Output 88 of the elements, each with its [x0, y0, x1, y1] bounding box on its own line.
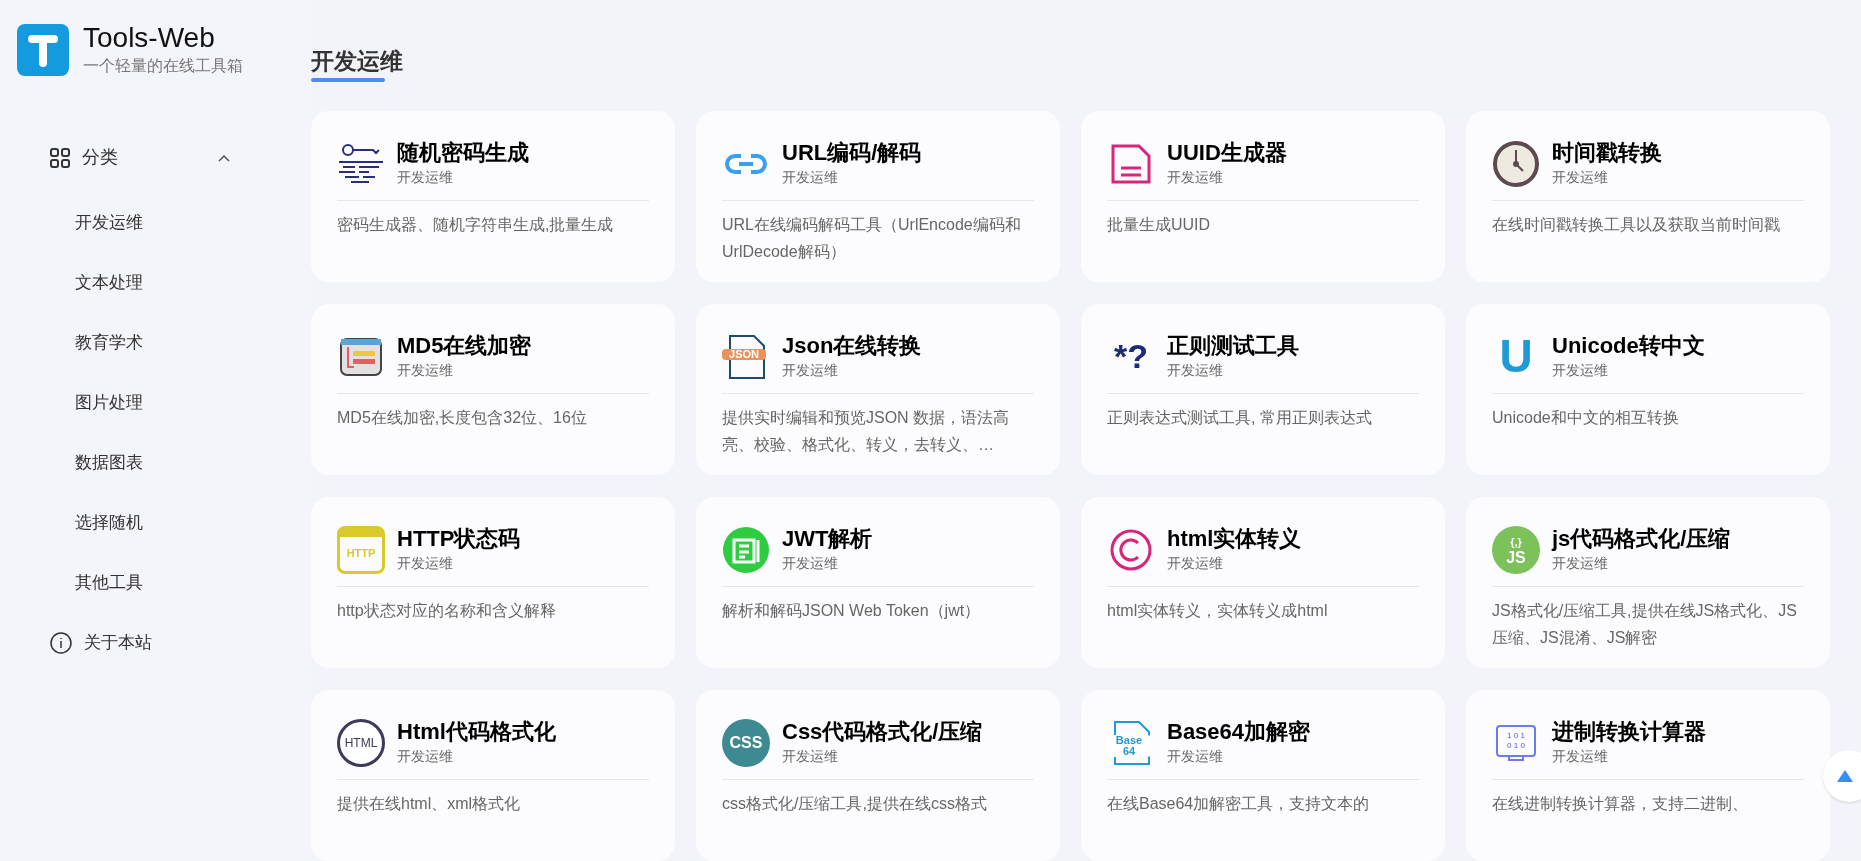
tool-description: 批量生成UUID [1107, 215, 1212, 235]
tool-description: 正则表达式测试工具, 常用正则表达式 [1107, 408, 1373, 428]
grid-icon [50, 147, 70, 168]
tool-title: 正则测试工具 [1167, 332, 1299, 360]
tool-title: html实体转义 [1167, 525, 1302, 553]
tool-category: 开发运维 [782, 747, 839, 766]
tool-title: JWT解析 [782, 525, 873, 553]
tool-category: 开发运维 [1167, 747, 1224, 766]
tool-title: Base64加解密 [1167, 718, 1311, 746]
category-link[interactable]: 选择随机 [75, 493, 311, 553]
tool-description: 密码生成器、随机字符串生成,批量生成 [337, 215, 615, 235]
tool-category: 开发运维 [782, 361, 839, 380]
browser-icon: HTTP [337, 525, 385, 574]
tool-description: MD5在线加密,长度包含32位、16位 [337, 408, 588, 428]
tool-card[interactable]: UUID生成器 开发运维 批量生成UUID [1081, 111, 1445, 282]
tool-description: 在线进制转换计算器，支持二进制、 [1492, 794, 1749, 814]
tool-category: 开发运维 [397, 747, 454, 766]
tool-description: JS格式化/压缩工具,提供在线JS格式化、JS压缩、JS混淆、JS解密 [1492, 601, 1798, 648]
letter-icon: U [1492, 332, 1540, 381]
tool-title: URL编码/解码 [782, 139, 922, 167]
tool-title: Unicode转中文 [1552, 332, 1705, 360]
category-link[interactable]: 其他工具 [75, 553, 311, 613]
tool-card[interactable]: 随机密码生成 开发运维 密码生成器、随机字符串生成,批量生成 [311, 111, 675, 282]
tool-category: 开发运维 [1167, 168, 1224, 187]
tool-category: 开发运维 [397, 554, 454, 573]
tool-category: 开发运维 [1552, 361, 1609, 380]
tool-title: UUID生成器 [1167, 139, 1287, 167]
tool-card[interactable]: JSON Json在线转换 开发运维 提供实时编辑和预览JSON 数据，语法高亮、校验、格式化、转义，去转义、… [696, 304, 1060, 475]
tool-title: 时间戳转换 [1552, 139, 1662, 167]
chevron-icon [218, 153, 230, 162]
tool-description: URL在线编码解码工具（UrlEncode编码和 UrlDecode解码） [722, 215, 1022, 262]
tool-title: HTTP状态码 [397, 525, 521, 553]
tool-title: js代码格式化/压缩 [1552, 525, 1731, 553]
badge-icon: {,} JS [1492, 525, 1540, 574]
regex-icon: *? [1107, 332, 1155, 381]
tool-description: html实体转义，实体转义成html [1107, 601, 1329, 621]
category-link[interactable]: 文本处理 [75, 253, 311, 313]
tool-description: 提供在线html、xml格式化 [337, 794, 522, 814]
tool-description: css格式化/压缩工具,提供在线css格式 [722, 794, 988, 814]
badge-icon: CSS [722, 718, 770, 767]
tool-description: 在线Base64加解密工具，支持文本的 [1107, 794, 1371, 814]
about-link[interactable]: 关于本站 [50, 613, 311, 673]
tool-category: 开发运维 [397, 361, 454, 380]
tool-card[interactable]: html实体转义 开发运维 html实体转义，实体转义成html [1081, 497, 1445, 668]
tool-title: 进制转换计算器 [1552, 718, 1706, 746]
tool-title: 随机密码生成 [397, 139, 529, 167]
back-to-top-button[interactable] [1823, 750, 1861, 802]
tool-card[interactable]: MD5在线加密 开发运维 MD5在线加密,长度包含32位、16位 [311, 304, 675, 475]
tool-card[interactable]: HTTP HTTP状态码 开发运维 http状态对应的名称和含义解释 [311, 497, 675, 668]
tool-card[interactable]: Base 64 Base64加解密 开发运维 在线Base64加解密工具，支持文本的 [1081, 690, 1445, 861]
tool-description: 提供实时编辑和预览JSON 数据，语法高亮、校验、格式化、转义，去转义、… [722, 408, 1011, 455]
tool-card[interactable]: JWT解析 开发运维 解析和解码JSON Web Token（jwt） [696, 497, 1060, 668]
tool-description: Unicode和中文的相互转换 [1492, 408, 1680, 428]
tool-category: 开发运维 [1167, 554, 1224, 573]
site-title: Tools-Web [83, 22, 216, 54]
tool-description: 在线时间戳转换工具以及获取当前时间戳 [1492, 215, 1781, 235]
list-icon [722, 525, 770, 574]
category-link[interactable]: 数据图表 [75, 433, 311, 493]
tool-category: 开发运维 [1552, 168, 1609, 187]
tool-category: 开发运维 [782, 168, 839, 187]
clock-icon [1492, 139, 1540, 188]
tool-category: 开发运维 [1552, 554, 1609, 573]
tool-category: 开发运维 [397, 168, 454, 187]
logo-icon [17, 24, 69, 76]
triangle-up-icon [1837, 770, 1853, 782]
tool-card[interactable]: HTML Html代码格式化 开发运维 提供在线html、xml格式化 [311, 690, 675, 861]
tool-card[interactable]: {,} JS js代码格式化/压缩 开发运维 JS格式化/压缩工具,提供在线JS格式化、JS压缩、JS混淆、JS解密 [1466, 497, 1830, 668]
tool-title: Html代码格式化 [397, 718, 556, 746]
category-menu[interactable]: 分类 [50, 144, 230, 171]
tool-category: 开发运维 [1167, 361, 1224, 380]
tool-card[interactable]: CSS Css代码格式化/压缩 开发运维 css格式化/压缩工具,提供在线css格式 [696, 690, 1060, 861]
tool-title: MD5在线加密 [397, 332, 532, 360]
category-link[interactable]: 图片处理 [75, 373, 311, 433]
tool-description: http状态对应的名称和含义解释 [337, 601, 557, 621]
category-link[interactable]: 教育学术 [75, 313, 311, 373]
tool-category: 开发运维 [782, 554, 839, 573]
tool-card[interactable]: 1 0 1 0 1 0 进制转换计算器 开发运维 在线进制转换计算器，支持二进制、 [1466, 690, 1830, 861]
tool-title: Json在线转换 [782, 332, 922, 360]
tool-description: 解析和解码JSON Web Token（jwt） [722, 601, 982, 621]
tool-card[interactable]: 时间戳转换 开发运维 在线时间戳转换工具以及获取当前时间戳 [1466, 111, 1830, 282]
site-tagline: 一个轻量的在线工具箱 [83, 56, 243, 76]
section-title: 开发运维 [311, 47, 403, 76]
tool-card[interactable]: URL编码/解码 开发运维 URL在线编码解码工具（UrlEncode编码和 UrlDecode解码） [696, 111, 1060, 282]
tool-category: 开发运维 [1552, 747, 1609, 766]
category-link[interactable]: 开发运维 [75, 193, 311, 253]
html-icon: HTML [337, 718, 385, 767]
info-icon [50, 632, 72, 654]
tool-title: Css代码格式化/压缩 [782, 718, 983, 746]
